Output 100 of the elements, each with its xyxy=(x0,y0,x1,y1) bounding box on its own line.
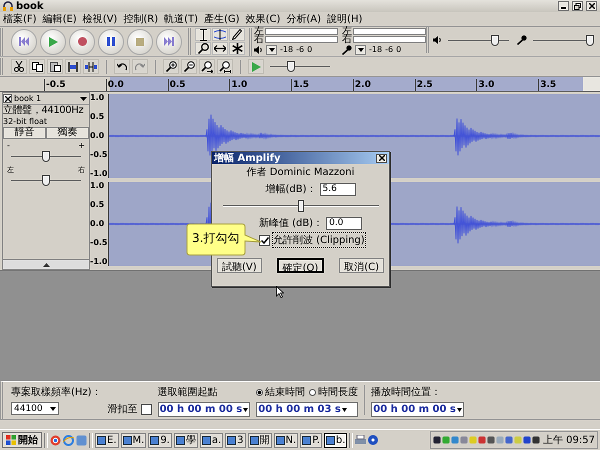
trim-button[interactable] xyxy=(65,59,81,74)
amplification-input[interactable]: 5.6 xyxy=(320,182,356,196)
taskbar-button[interactable]: N. xyxy=(274,432,298,448)
minimize-button[interactable] xyxy=(558,1,569,11)
undo-button[interactable] xyxy=(114,59,130,74)
zoom-in-button[interactable] xyxy=(163,59,179,74)
close-button[interactable] xyxy=(376,154,387,162)
clipping-label: 允許削波 (Clipping) xyxy=(273,233,365,247)
taskbar-button[interactable]: M. xyxy=(120,432,146,448)
menu-item[interactable]: 軌道(T) xyxy=(164,12,198,26)
time-field[interactable]: 00 h 00 m 00 s xyxy=(158,402,250,417)
skip-to-end-button[interactable] xyxy=(156,28,182,54)
pause-button[interactable] xyxy=(98,28,124,54)
window-icon xyxy=(202,436,211,444)
clipping-checkbox[interactable] xyxy=(259,234,270,246)
paste-button[interactable] xyxy=(47,59,63,74)
headphones-icon xyxy=(3,1,13,11)
caret-icon xyxy=(80,96,87,100)
slider-thumb[interactable] xyxy=(42,175,50,186)
menu-item[interactable]: 編輯(E) xyxy=(42,12,77,26)
restore-button[interactable] xyxy=(572,1,583,11)
zoom-tool[interactable] xyxy=(195,42,211,55)
zoom-out-icon xyxy=(184,61,194,72)
meter-dropdown[interactable] xyxy=(266,44,277,54)
multi-tool[interactable] xyxy=(229,42,245,55)
taskbar-button[interactable]: 9. xyxy=(148,432,172,448)
taskbar-button[interactable]: P. xyxy=(300,432,322,448)
ruler-label: 3.0 xyxy=(476,79,538,91)
dialog-button[interactable]: 試聽(V) xyxy=(217,258,262,273)
browser-icon[interactable] xyxy=(50,434,61,446)
zoom-out-button[interactable] xyxy=(181,59,197,74)
zoom-in-icon xyxy=(166,61,176,72)
envelope-icon xyxy=(214,29,226,40)
caret-icon xyxy=(358,48,364,52)
snap-checkbox[interactable] xyxy=(140,404,152,414)
ruler-label: 0.5 xyxy=(168,79,230,91)
skip-to-start-button[interactable] xyxy=(11,28,37,54)
microphone-icon xyxy=(342,44,352,54)
selection-tool[interactable] xyxy=(195,28,211,41)
radio-option[interactable]: 結束時間 xyxy=(256,385,306,399)
menu-item[interactable]: 分析(A) xyxy=(286,12,322,26)
time-field[interactable]: 00 h 00 m 03 s xyxy=(256,402,358,417)
silence-icon xyxy=(85,62,97,72)
taskbar-button[interactable]: 開 xyxy=(248,432,272,448)
slider-thumb[interactable] xyxy=(287,61,295,72)
menu-item[interactable]: 效果(C) xyxy=(246,12,280,26)
menu-item[interactable]: 檢視(V) xyxy=(82,12,118,26)
skip-start-icon xyxy=(19,37,29,46)
time-shift-tool[interactable] xyxy=(212,42,228,55)
record-button[interactable] xyxy=(69,28,95,54)
collapse-button[interactable] xyxy=(3,259,89,269)
slider-thumb[interactable] xyxy=(298,200,304,212)
fit-selection-button[interactable] xyxy=(199,59,215,74)
printer-icon[interactable] xyxy=(355,435,366,445)
undo-icon xyxy=(117,62,127,70)
help-icon[interactable] xyxy=(368,435,378,445)
start-button[interactable]: 開始 xyxy=(2,432,42,448)
play-button[interactable] xyxy=(40,28,66,54)
meter-dropdown[interactable] xyxy=(355,44,366,54)
menu-item[interactable]: 說明(H) xyxy=(327,12,362,26)
taskbar-button[interactable]: E. xyxy=(95,432,118,448)
dialog-title: 增幅 Amplify xyxy=(214,152,281,165)
channel-label: 左 xyxy=(254,28,265,36)
taskbar-button[interactable]: b. xyxy=(324,432,348,448)
slider-label: + xyxy=(78,142,85,150)
asterisk-icon xyxy=(232,43,242,54)
fit-project-button[interactable] xyxy=(217,59,233,74)
slider-thumb[interactable] xyxy=(42,151,50,162)
scale-label: 0.0 xyxy=(90,132,106,140)
draw-tool[interactable] xyxy=(229,28,245,41)
close-track-button[interactable] xyxy=(3,94,12,103)
window-icon xyxy=(302,436,312,444)
time-field[interactable]: 00 h 00 m 00 s xyxy=(371,402,464,417)
scale-label: 0.5 xyxy=(90,201,106,209)
window-icon xyxy=(176,436,185,444)
close-button[interactable] xyxy=(586,1,597,11)
silence-button[interactable] xyxy=(83,59,99,74)
close-icon xyxy=(378,155,384,161)
dialog-button[interactable]: 取消(C) xyxy=(339,258,384,273)
menu-item[interactable]: 控制(R) xyxy=(123,12,158,26)
copy-button[interactable] xyxy=(29,59,45,74)
rate-dropdown[interactable]: 44100 xyxy=(11,402,59,415)
double-arrow-icon xyxy=(214,45,226,52)
envelope-tool[interactable] xyxy=(212,28,228,41)
taskbar-button[interactable]: a. xyxy=(200,432,224,448)
slider-thumb[interactable] xyxy=(491,34,500,46)
selection-start-label: 選取範圍起點 xyxy=(158,386,219,399)
slider-thumb[interactable] xyxy=(586,34,594,46)
skip-end-icon xyxy=(164,37,174,46)
radio-option[interactable]: 時間長度 xyxy=(309,385,358,399)
taskbar-button[interactable]: 學 xyxy=(174,432,198,448)
cut-button[interactable] xyxy=(11,59,27,74)
track-toggle-button[interactable]: 獨奏 xyxy=(46,127,89,139)
peak-input[interactable]: 0.0 xyxy=(326,216,362,230)
track-menu-button[interactable]: book 1 xyxy=(13,94,79,103)
track-toggle-button[interactable]: 靜音 xyxy=(3,127,46,139)
browser-icon[interactable] xyxy=(63,434,74,446)
menu-item[interactable]: 產生(G) xyxy=(204,12,240,26)
taskbar-button[interactable]: 3 xyxy=(225,432,246,448)
menu-item[interactable]: 檔案(F) xyxy=(3,12,37,26)
